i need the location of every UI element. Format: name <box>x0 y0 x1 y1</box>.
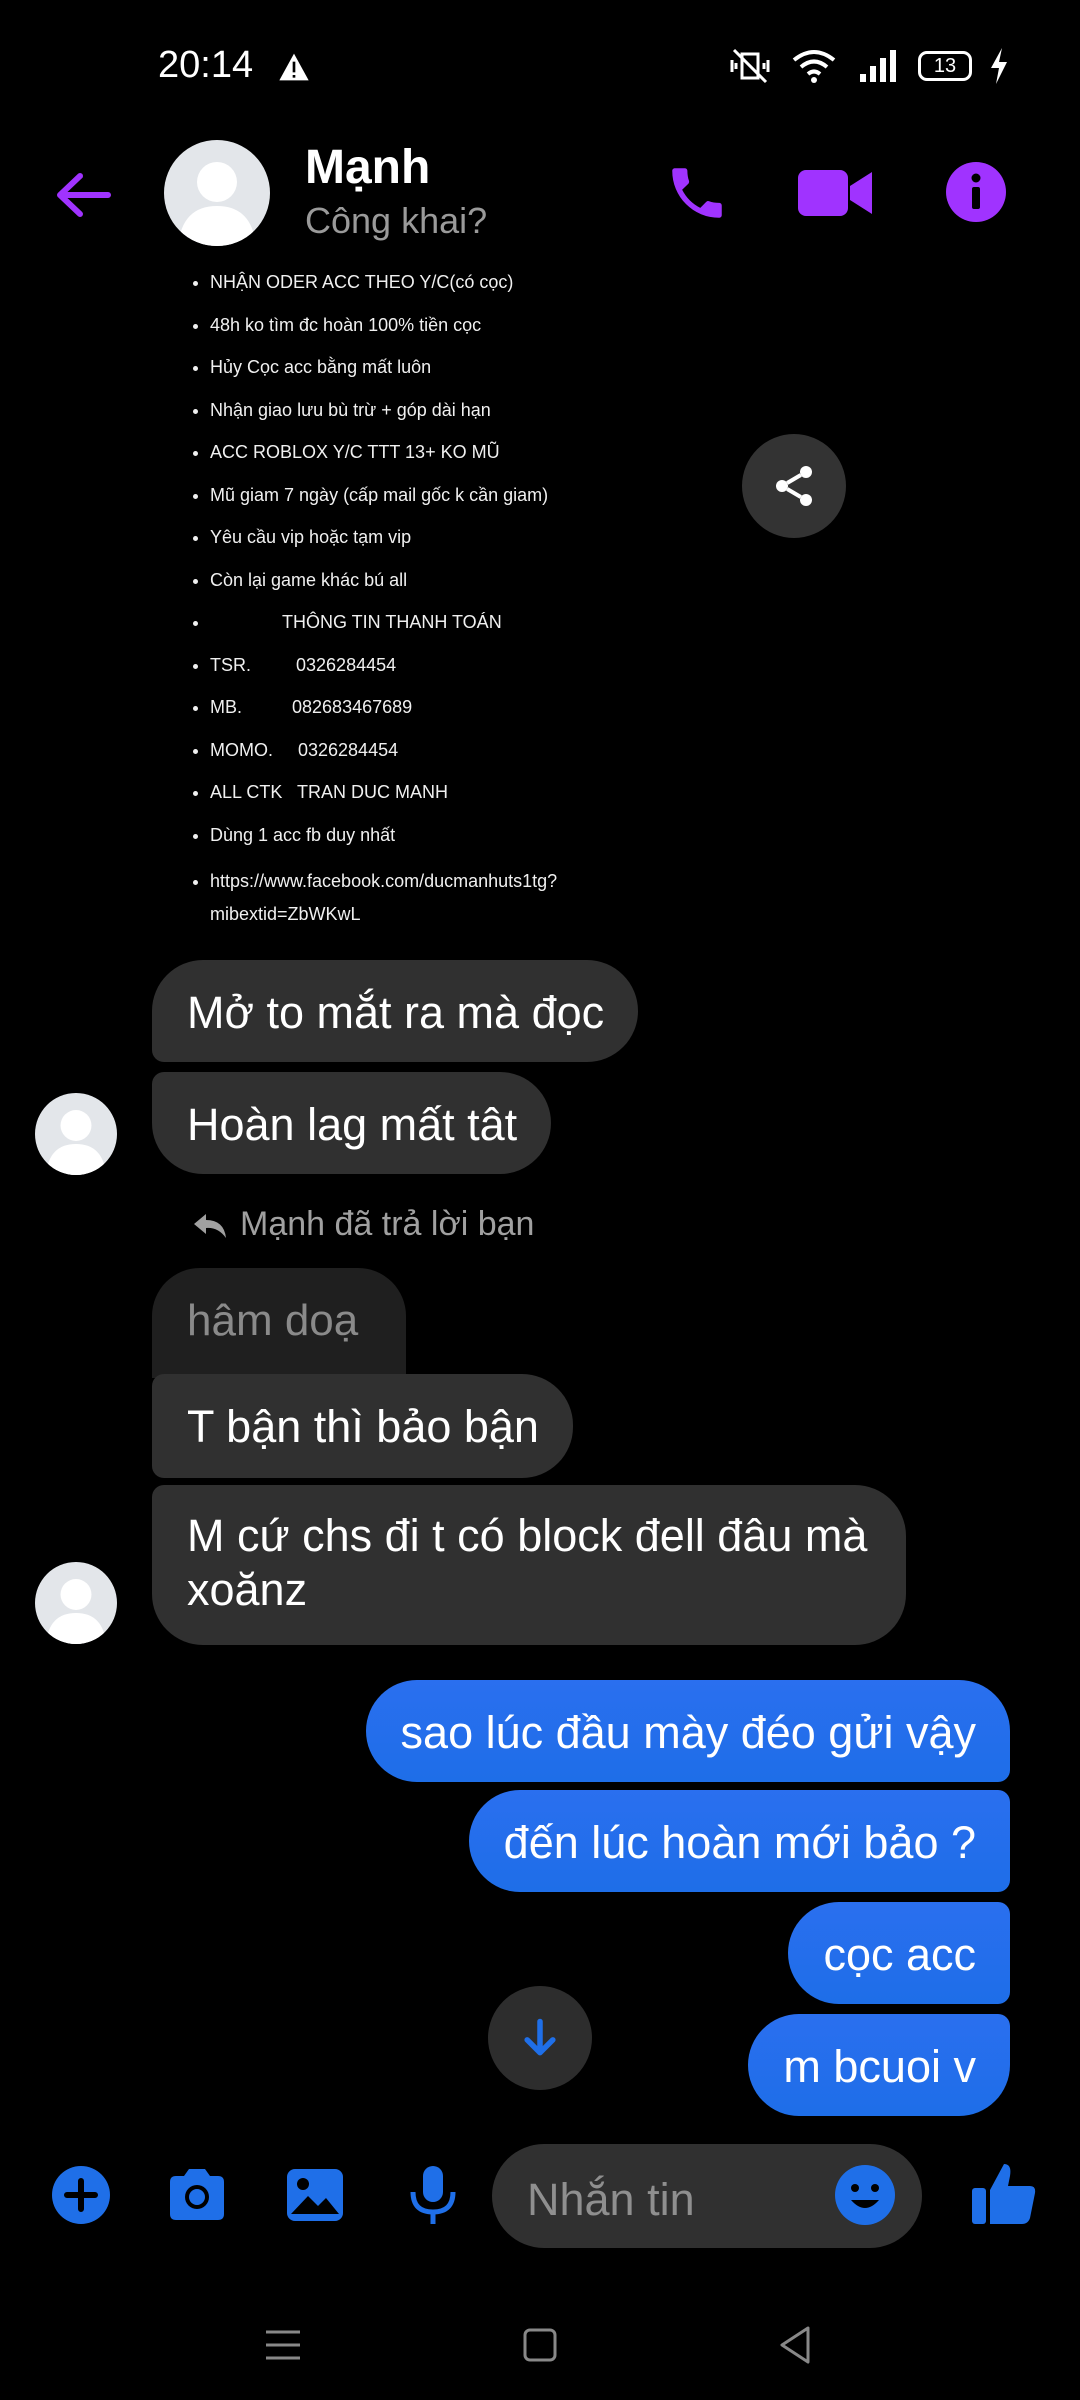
microphone-icon[interactable] <box>400 2162 466 2228</box>
charging-icon <box>991 48 1007 84</box>
info-icon[interactable] <box>944 160 1008 224</box>
post-line: ALL CTK TRAN DUC MANH <box>210 780 780 804</box>
status-time: 20:14 <box>158 44 254 86</box>
default-avatar-icon <box>45 1579 107 1644</box>
incoming-message[interactable]: M cứ chs đi t có block đell đâu mà xoănz <box>152 1485 906 1645</box>
contact-name[interactable]: Mạnh <box>305 140 430 195</box>
reply-arrow-icon <box>194 1213 226 1238</box>
post-line: MB. 082683467689 <box>210 695 780 719</box>
post-link: https://www.facebook.com/ducmanhuts1tg?m… <box>210 865 570 931</box>
gallery-icon[interactable] <box>282 2162 348 2228</box>
warning-icon <box>279 53 309 81</box>
post-line: MOMO. 0326284454 <box>210 738 780 762</box>
post-line: NHẬN ODER ACC THEO Y/C(có cọc) <box>210 270 780 294</box>
mute-vibrate-icon <box>730 48 770 84</box>
post-line: Nhận giao lưu bù trừ + góp dài hạn <box>210 398 780 422</box>
outgoing-message[interactable]: đến lúc hoàn mới bảo ? <box>468 1790 1010 1892</box>
reply-indicator: Mạnh đã trả lời bạn <box>192 1205 534 1244</box>
battery-indicator: 13 <box>918 51 972 81</box>
post-line: Hủy Cọc acc bằng mất luôn <box>210 355 780 379</box>
outgoing-message[interactable]: sao lúc đầu mày đéo gửi vậy <box>365 1680 1010 1782</box>
post-line: 48h ko tìm đc hoàn 100% tiền cọc <box>210 313 780 337</box>
scroll-to-bottom-button[interactable] <box>488 1986 592 2090</box>
wifi-icon <box>792 50 836 83</box>
outgoing-message[interactable]: cọc acc <box>788 1902 1010 2004</box>
outgoing-message[interactable]: m bcuoi v <box>748 2014 1010 2116</box>
post-line: Yêu cầu vip hoặc tạm vip <box>210 525 780 549</box>
incoming-message[interactable]: T bận thì bảo bận <box>152 1374 573 1478</box>
post-line: Dùng 1 acc fb duy nhất <box>210 823 780 847</box>
recent-apps-icon[interactable] <box>258 2320 308 2370</box>
shared-image[interactable]: NHẬN ODER ACC THEO Y/C(có cọc) 48h ko tì… <box>160 270 780 930</box>
nav-back-icon[interactable] <box>772 2320 822 2370</box>
sender-avatar[interactable] <box>35 1562 117 1644</box>
share-button[interactable] <box>742 434 846 538</box>
post-line: THÔNG TIN THANH TOÁN <box>210 610 780 634</box>
default-avatar-icon <box>178 162 256 246</box>
share-icon <box>776 466 812 506</box>
contact-avatar[interactable] <box>164 140 270 246</box>
contact-subtitle: Công khai? <box>305 200 488 241</box>
status-icons: 13 <box>726 46 1010 86</box>
back-arrow-icon[interactable] <box>48 160 118 230</box>
reply-label-text: Mạnh đã trả lời bạn <box>240 1205 535 1243</box>
quoted-message[interactable]: hâm doạ <box>152 1268 406 1378</box>
incoming-message[interactable]: Hoàn lag mất tât <box>152 1072 552 1174</box>
message-placeholder: Nhắn tin <box>527 2174 695 2225</box>
post-line: ACC ROBLOX Y/C TTT 13+ KO MŨ <box>210 440 780 464</box>
sender-avatar[interactable] <box>35 1093 117 1175</box>
post-line: TSR. 0326284454 <box>210 653 780 677</box>
default-avatar-icon <box>45 1110 107 1175</box>
emoji-icon[interactable] <box>832 2162 898 2228</box>
home-icon[interactable] <box>515 2320 565 2370</box>
post-line: Còn lại game khác bú all <box>210 568 780 592</box>
signal-icon <box>860 50 896 82</box>
add-plus-icon[interactable] <box>48 2162 114 2228</box>
post-text-list: NHẬN ODER ACC THEO Y/C(có cọc) 48h ko tì… <box>160 270 780 931</box>
incoming-message[interactable]: Mở to mắt ra mà đọc <box>152 960 639 1062</box>
post-line: Mũ giam 7 ngày (cấp mail gốc k cần giam) <box>210 483 780 507</box>
phone-call-icon[interactable] <box>664 160 730 226</box>
arrow-down-icon <box>524 2018 556 2056</box>
camera-icon[interactable] <box>164 2162 230 2228</box>
video-call-icon[interactable] <box>798 166 872 220</box>
message-input[interactable]: Nhắn tin <box>492 2144 922 2248</box>
thumbs-up-icon[interactable] <box>970 2158 1038 2228</box>
